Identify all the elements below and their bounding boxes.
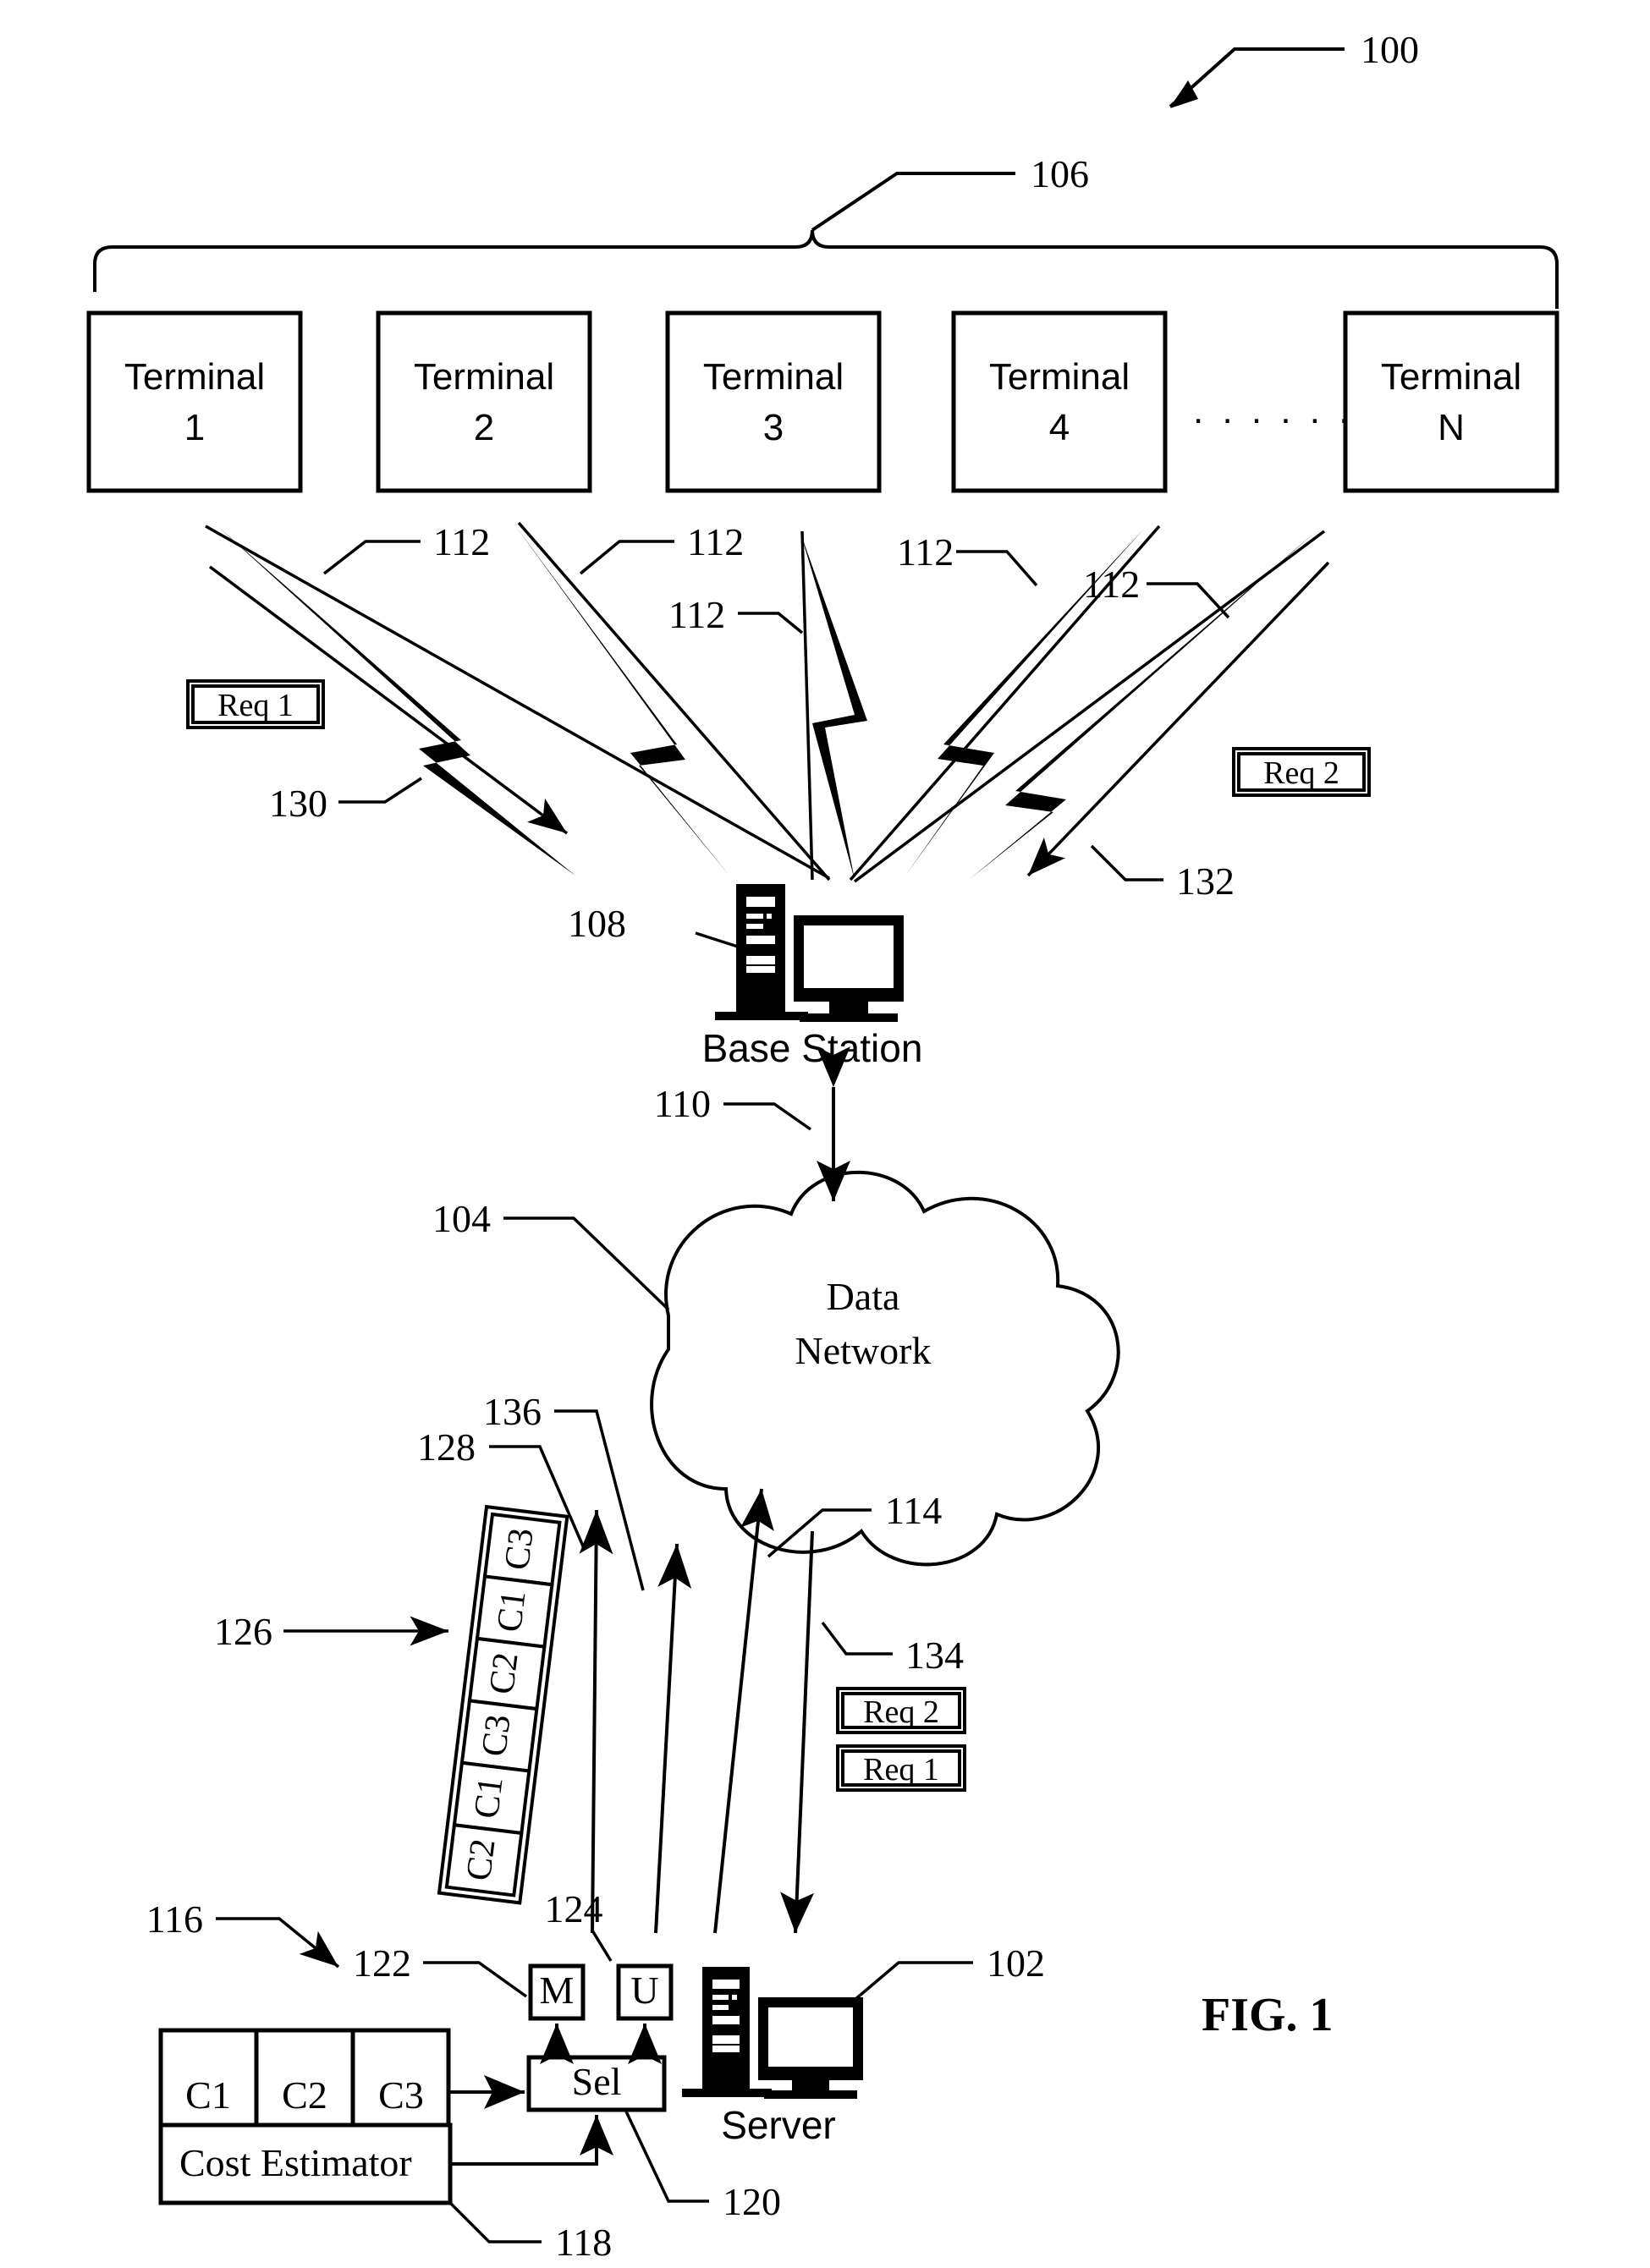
wireless-links bbox=[205, 521, 1326, 883]
ref-104: 104 bbox=[432, 1197, 491, 1240]
terminal-3-label-line2: 3 bbox=[763, 407, 784, 448]
terminal-1-label-line1: Terminal bbox=[124, 356, 265, 398]
ref-120: 120 bbox=[723, 2180, 781, 2223]
wireless-ref-112-e: 112 bbox=[1083, 563, 1230, 619]
ref-116-callout: 116 bbox=[146, 1897, 340, 1969]
svg-text:112: 112 bbox=[897, 530, 954, 574]
terminal-2[interactable]: Terminal 2 bbox=[376, 310, 592, 493]
uplink-arrow-136 bbox=[654, 1543, 692, 1934]
ref-114: 114 bbox=[885, 1489, 942, 1532]
terminal-1[interactable]: Terminal 1 bbox=[86, 310, 303, 493]
uplink-arrow-128 bbox=[579, 1509, 613, 1934]
terminal-1-label-line2: 1 bbox=[184, 407, 205, 448]
req1-uplink-badge: Req 1 bbox=[186, 679, 325, 729]
ref-122: 122 bbox=[353, 1941, 411, 1985]
ref-116: 116 bbox=[146, 1897, 203, 1941]
ref-122-callout: 122 bbox=[353, 1941, 528, 1998]
server-req1-badge: Req 1 bbox=[836, 1744, 966, 1792]
wireless-ref-112-a: 112 bbox=[322, 520, 490, 575]
ref-108-callout: 108 bbox=[568, 902, 741, 949]
terminal-n[interactable]: Terminal N bbox=[1343, 310, 1559, 493]
m-box[interactable]: M bbox=[528, 1963, 586, 2064]
class-cell-c1: C1 bbox=[185, 2073, 231, 2117]
base-station[interactable]: Base Station bbox=[702, 884, 923, 1070]
cloud-label-line1: Data bbox=[827, 1275, 900, 1318]
ref-132-callout: 132 bbox=[1026, 561, 1330, 903]
queue-cell-3: C3 bbox=[475, 1712, 519, 1758]
ref-102-callout: 102 bbox=[853, 1941, 1045, 2002]
terminal-2-label-line1: Terminal bbox=[414, 356, 554, 398]
sel-label: Sel bbox=[572, 2060, 622, 2103]
svg-text:112: 112 bbox=[433, 520, 490, 563]
queue-cell-4: C1 bbox=[467, 1775, 511, 1820]
ref-100: 100 bbox=[1361, 28, 1419, 71]
patent-figure-1: 100 106 Terminal 1 Terminal 2 Terminal 3 bbox=[0, 0, 1650, 2268]
terminal-3-label-line1: Terminal bbox=[703, 356, 844, 398]
cost-estimator-box[interactable]: Cost Estimator bbox=[158, 2122, 453, 2205]
ref-128: 128 bbox=[417, 1425, 476, 1469]
wireless-ref-112-d: 112 bbox=[897, 530, 1038, 587]
terminal-group-brace: 106 bbox=[93, 152, 1559, 309]
ref-118: 118 bbox=[555, 2221, 612, 2264]
svg-text:112: 112 bbox=[668, 593, 725, 636]
queue-cell-0: C3 bbox=[498, 1526, 542, 1572]
selector-box[interactable]: Sel bbox=[526, 2055, 667, 2112]
ref-114-callout: 114 bbox=[767, 1489, 942, 1558]
ref-106: 106 bbox=[1031, 152, 1089, 195]
figure-canvas: 100 106 Terminal 1 Terminal 2 Terminal 3 bbox=[86, 28, 1559, 2264]
scheduled-queue: C3 C1 C2 C3 C1 C2 bbox=[437, 1504, 569, 1905]
figure-title: FIG. 1 bbox=[1202, 1989, 1334, 2041]
link-110: 110 bbox=[654, 1046, 850, 1201]
terminal-3[interactable]: Terminal 3 bbox=[665, 310, 882, 493]
server-req1-label: Req 1 bbox=[863, 1752, 939, 1787]
ref-130: 130 bbox=[269, 782, 327, 825]
class-cell-c2: C2 bbox=[282, 2073, 327, 2117]
ref-110: 110 bbox=[654, 1082, 711, 1125]
downlink-arrow-134 bbox=[780, 1530, 815, 1934]
overall-ref-callout: 100 bbox=[1169, 28, 1419, 108]
ref-126: 126 bbox=[214, 1610, 272, 1653]
server[interactable]: Server bbox=[682, 1967, 863, 2147]
ref-124: 124 bbox=[545, 1887, 603, 1930]
server-req2-label: Req 2 bbox=[863, 1694, 939, 1730]
req2-label: Req 2 bbox=[1263, 755, 1339, 791]
queue-cell-2: C2 bbox=[482, 1650, 526, 1696]
uplink-arrow-114 bbox=[713, 1488, 774, 1934]
base-station-label: Base Station bbox=[702, 1026, 923, 1070]
wireless-ref-112-c: 112 bbox=[668, 593, 804, 636]
terminal-4-label-line2: 4 bbox=[1049, 407, 1070, 448]
queue-cell-5: C2 bbox=[459, 1837, 503, 1882]
ref-108: 108 bbox=[568, 902, 626, 945]
ref-134: 134 bbox=[905, 1634, 964, 1677]
server-req2-badge: Req 2 bbox=[836, 1687, 966, 1734]
cloud-label-line2: Network bbox=[795, 1329, 932, 1372]
queue-cell-1: C1 bbox=[490, 1589, 534, 1634]
terminal-2-label-line2: 2 bbox=[474, 407, 494, 448]
ref-118-callout: 118 bbox=[448, 2201, 612, 2264]
ref-126-callout: 126 bbox=[214, 1610, 448, 1653]
m-label: M bbox=[540, 1969, 575, 2012]
cost-estimator-to-sel bbox=[452, 2115, 613, 2166]
server-label: Server bbox=[721, 2103, 835, 2147]
req2-uplink-badge: Req 2 bbox=[1232, 747, 1371, 797]
ref-132: 132 bbox=[1176, 859, 1235, 903]
req1-label: Req 1 bbox=[217, 688, 294, 723]
terminal-4-label-line1: Terminal bbox=[989, 356, 1130, 398]
u-label: U bbox=[630, 1969, 658, 2012]
svg-text:112: 112 bbox=[1083, 563, 1140, 606]
terminal-4[interactable]: Terminal 4 bbox=[951, 310, 1168, 493]
ref-102: 102 bbox=[987, 1941, 1045, 1985]
ref-104-callout: 104 bbox=[432, 1197, 670, 1311]
wireless-ref-112-b: 112 bbox=[579, 520, 744, 575]
cost-estimator-label: Cost Estimator bbox=[179, 2141, 412, 2184]
u-box[interactable]: U bbox=[616, 1963, 674, 2064]
ref-124-callout: 124 bbox=[545, 1887, 613, 1962]
ref-134-callout: 134 bbox=[821, 1621, 964, 1677]
ref-136: 136 bbox=[483, 1390, 542, 1433]
terminal-n-label-line2: N bbox=[1438, 407, 1465, 448]
terminal-n-label-line1: Terminal bbox=[1381, 356, 1521, 398]
class-cell-c3: C3 bbox=[378, 2073, 424, 2117]
svg-text:112: 112 bbox=[687, 520, 744, 563]
